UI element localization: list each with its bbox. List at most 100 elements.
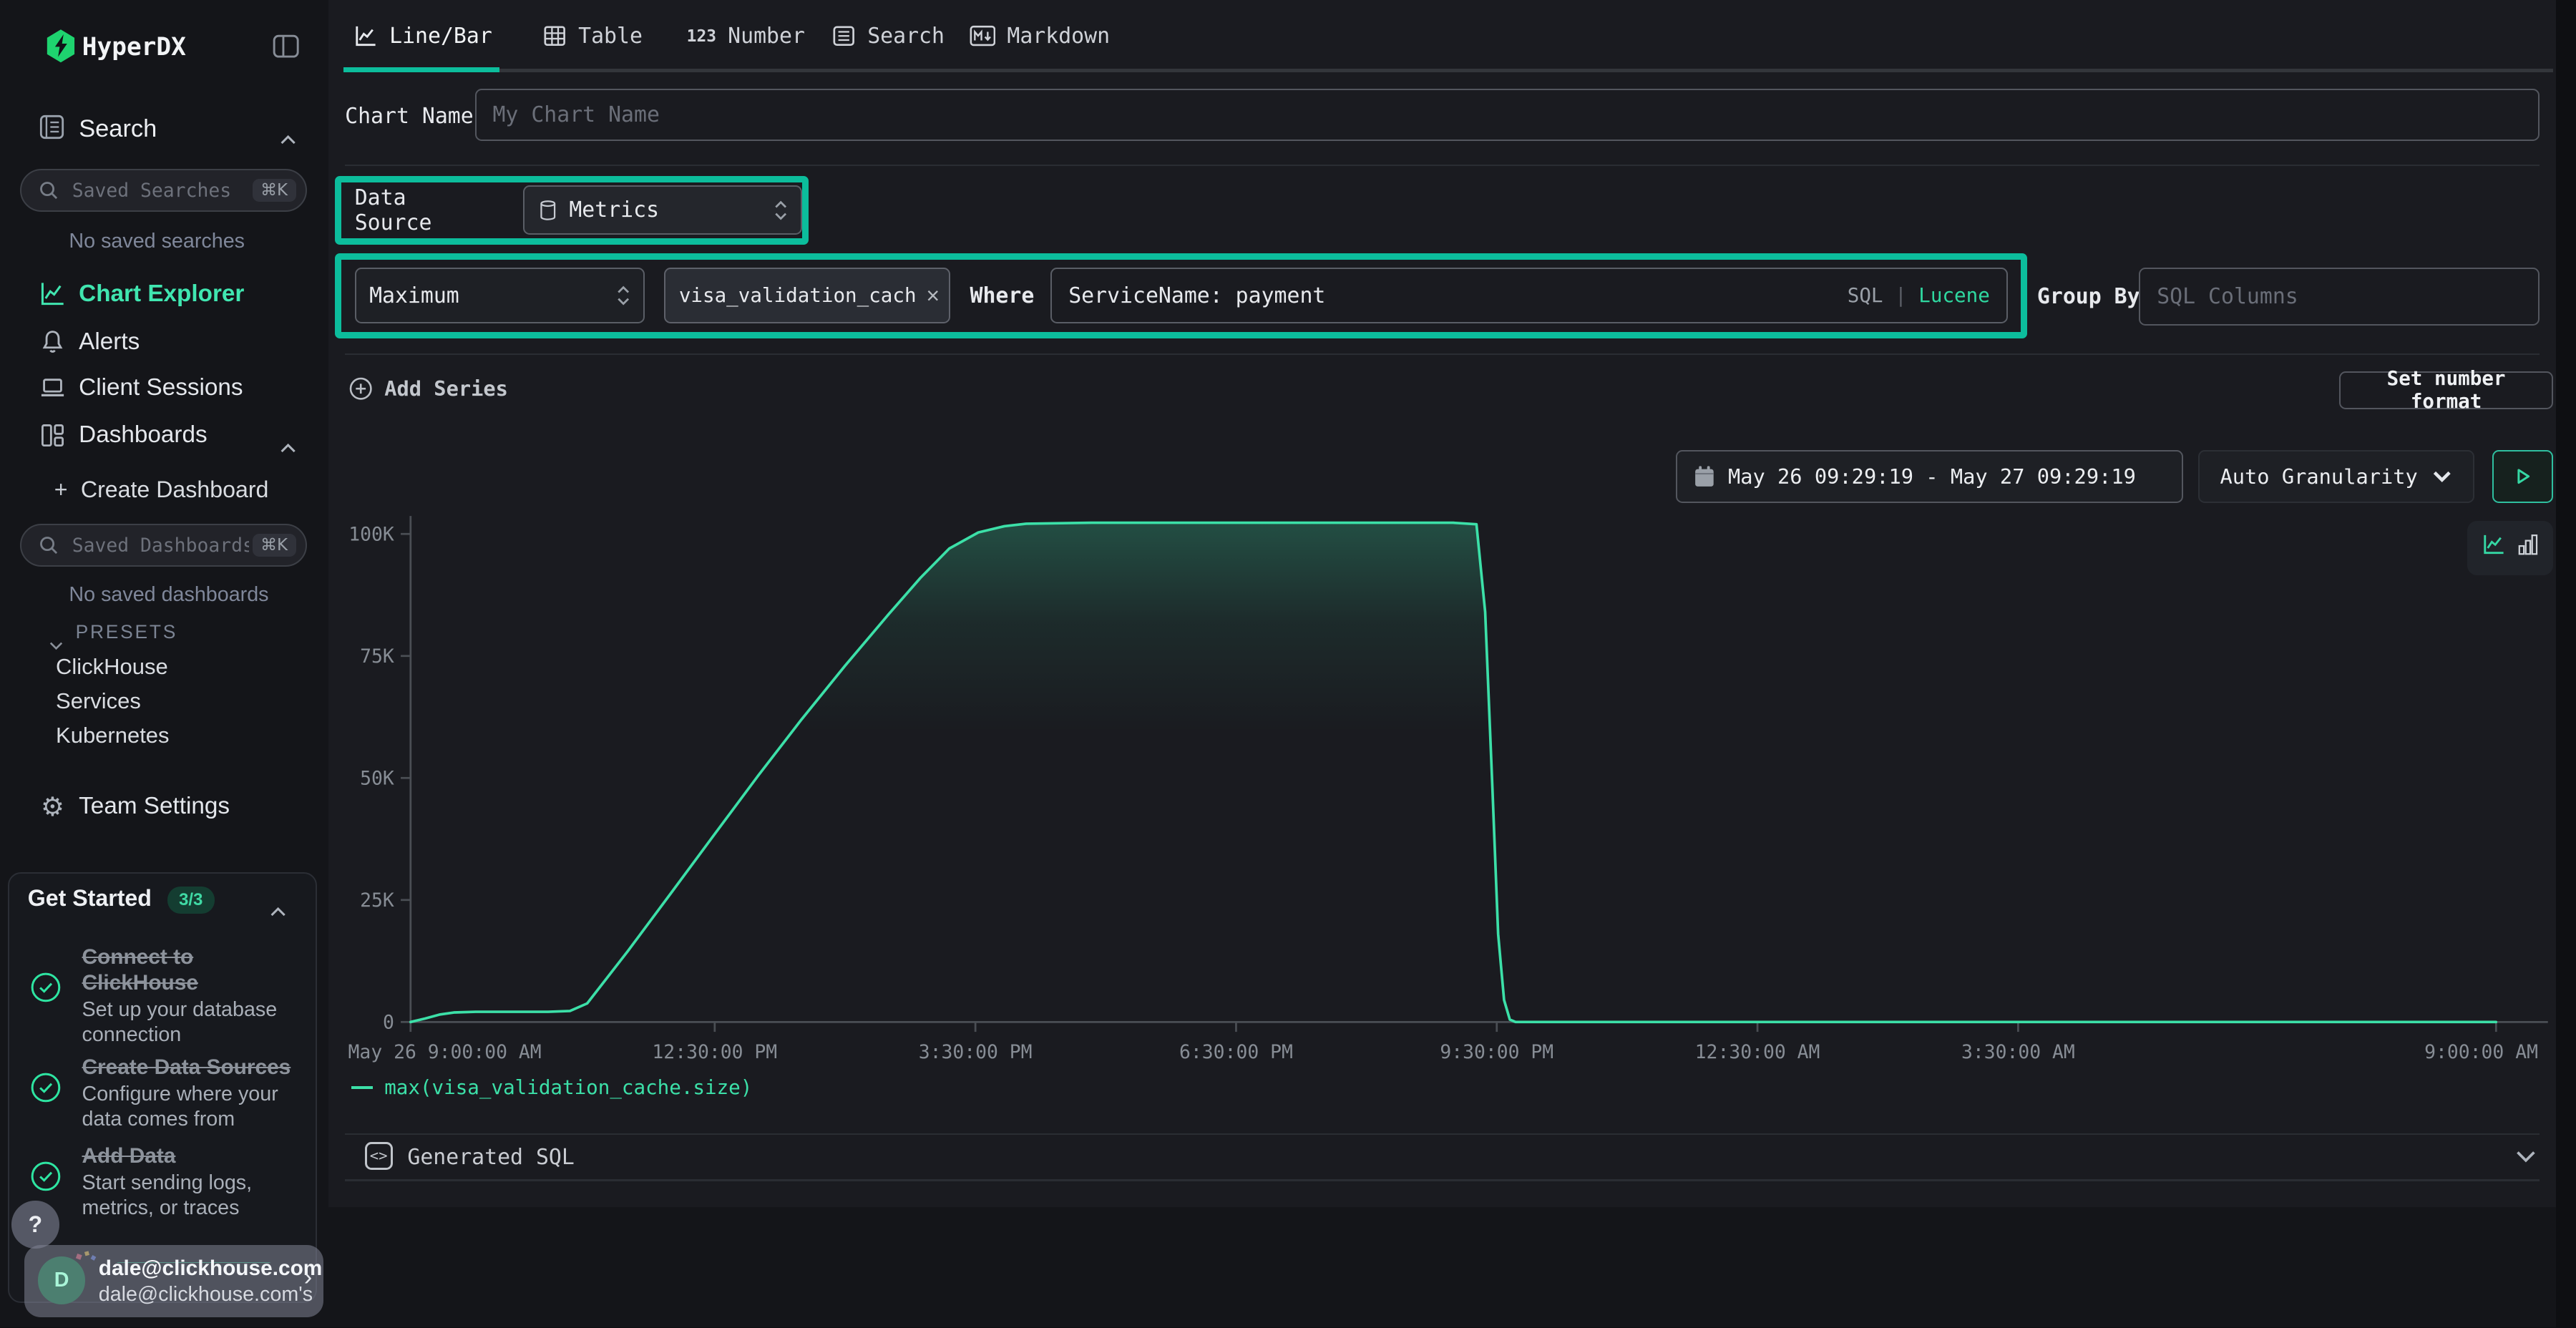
- add-series-label: Add Series: [384, 376, 508, 401]
- group-by-input[interactable]: [2140, 284, 2538, 309]
- run-query-button[interactable]: [2492, 450, 2553, 502]
- preset-kubernetes[interactable]: Kubernetes: [56, 723, 169, 748]
- sidebar-item-alerts[interactable]: Alerts: [0, 321, 328, 363]
- svg-text:9:30:00 PM: 9:30:00 PM: [1440, 1041, 1553, 1063]
- series-row-highlight: Maximum visa_validation_cach × Where SQL…: [335, 253, 2027, 338]
- saved-searches-input[interactable]: [69, 178, 253, 204]
- get-started-item[interactable]: Connect to ClickHouse Set up your databa…: [29, 944, 301, 1048]
- check-circle-icon: [29, 1160, 62, 1193]
- date-range-value: May 26 09:29:19 - May 27 09:29:19: [1728, 464, 2136, 489]
- svg-text:3:30:00 AM: 3:30:00 AM: [1961, 1041, 2075, 1063]
- svg-text:25K: 25K: [360, 889, 394, 912]
- get-started-item[interactable]: Create Data Sources Configure where your…: [29, 1055, 301, 1132]
- tab-number[interactable]: 123 Number: [687, 0, 805, 72]
- user-card[interactable]: D dale@clickhouse.com dale@clickhouse.co…: [24, 1245, 323, 1317]
- metric-chip[interactable]: visa_validation_cach ×: [664, 268, 950, 323]
- set-number-format-button[interactable]: Set number format: [2339, 371, 2552, 409]
- svg-text:75K: 75K: [360, 645, 394, 668]
- where-input[interactable]: [1052, 283, 1847, 308]
- sidebar-item-label: Alerts: [79, 328, 140, 356]
- presets-chevron-down-icon[interactable]: [48, 628, 64, 658]
- check-circle-icon: [29, 971, 62, 1004]
- tab-line-bar[interactable]: Line/Bar: [353, 0, 492, 72]
- database-icon: [538, 200, 558, 221]
- tab-label: Line/Bar: [389, 24, 492, 49]
- get-started-item-desc: Set up your database connection: [82, 997, 295, 1048]
- tab-table[interactable]: Table: [542, 0, 643, 72]
- sql-toggle[interactable]: SQL: [1848, 284, 1883, 307]
- dashboards-icon: [38, 421, 67, 450]
- presets-header[interactable]: PRESETS: [76, 621, 177, 643]
- data-source-value: Metrics: [569, 197, 659, 223]
- granularity-select[interactable]: Auto Granularity: [2198, 450, 2474, 502]
- sidebar-item-chart-explorer[interactable]: Chart Explorer: [0, 273, 328, 316]
- date-range-picker[interactable]: May 26 09:29:19 - May 27 09:29:19: [1676, 450, 2183, 502]
- plus-icon: +: [54, 477, 68, 502]
- user-subtitle: dale@clickhouse.com's: [99, 1283, 313, 1307]
- search-section-chevron-up-icon[interactable]: [279, 122, 297, 152]
- svg-text:100K: 100K: [348, 523, 394, 545]
- where-label: Where: [970, 283, 1035, 308]
- chart-legend[interactable]: max(visa_validation_cache.size): [351, 1076, 752, 1099]
- chart-name-field[interactable]: [475, 89, 2540, 141]
- svg-text:9:00:00 AM: 9:00:00 AM: [2424, 1041, 2538, 1063]
- line-chart-icon: [353, 24, 378, 48]
- query-language-toggle[interactable]: SQL | Lucene: [1848, 284, 2006, 307]
- app-window: HyperDX Search ⌘K No saved searches Char…: [0, 0, 2576, 1327]
- tab-label: Number: [728, 24, 805, 49]
- saved-searches-search[interactable]: ⌘K: [20, 169, 308, 212]
- sidebar: HyperDX Search ⌘K No saved searches Char…: [0, 0, 330, 1327]
- get-started-item-desc: Configure where your data comes from: [82, 1082, 303, 1132]
- brand-title: HyperDX: [82, 33, 186, 62]
- chevron-right-icon: ›: [304, 1264, 312, 1292]
- get-started-item[interactable]: Add Data Start sending logs, metrics, or…: [29, 1143, 301, 1221]
- help-button[interactable]: ?: [11, 1201, 59, 1249]
- get-started-item-desc: Start sending logs, metrics, or traces: [82, 1171, 303, 1221]
- chevron-down-icon[interactable]: [2515, 1150, 2537, 1165]
- sidebar-item-dashboards[interactable]: Dashboards: [0, 414, 328, 457]
- group-by-label: Group By: [2037, 284, 2140, 309]
- dashboards-chevron-up-icon[interactable]: [279, 431, 297, 461]
- tab-bar: Line/Bar Table 123 Number Search Markdow…: [328, 0, 2556, 76]
- saved-dashboards-input[interactable]: [69, 532, 253, 558]
- data-source-label: Data Source: [355, 185, 494, 235]
- play-icon: [2513, 467, 2533, 487]
- chart-name-input[interactable]: [477, 102, 2539, 127]
- divider: [345, 165, 2540, 166]
- tab-label: Table: [578, 24, 643, 49]
- get-started-chevron-up-icon[interactable]: [269, 894, 287, 924]
- get-started-progress-badge: 3/3: [167, 887, 215, 913]
- group-by-field[interactable]: [2139, 268, 2540, 325]
- preset-clickhouse[interactable]: ClickHouse: [56, 654, 168, 680]
- where-field[interactable]: SQL | Lucene: [1050, 268, 2007, 323]
- sidebar-item-client-sessions[interactable]: Client Sessions: [0, 366, 328, 409]
- get-started-item-title: Create Data Sources: [82, 1055, 303, 1080]
- granularity-value: Auto Granularity: [2220, 464, 2417, 489]
- preset-services[interactable]: Services: [56, 688, 141, 714]
- chart-explorer-icon: [38, 279, 67, 308]
- tab-search[interactable]: Search: [831, 0, 945, 72]
- markdown-icon: [970, 24, 996, 47]
- lucene-toggle[interactable]: Lucene: [1918, 284, 1990, 307]
- generated-sql-row[interactable]: <> Generated SQL: [328, 1135, 2556, 1179]
- close-icon[interactable]: ×: [926, 283, 940, 309]
- gear-icon: ⚙: [38, 792, 67, 821]
- no-saved-dashboards-text: No saved dashboards: [69, 583, 268, 607]
- collapse-sidebar-icon[interactable]: [271, 31, 301, 67]
- list-icon: [831, 24, 856, 48]
- create-dashboard-button[interactable]: +Create Dashboard: [54, 477, 269, 503]
- sidebar-item-team-settings[interactable]: ⚙ Team Settings: [0, 785, 328, 828]
- saved-dashboards-search[interactable]: ⌘K: [20, 524, 308, 567]
- tab-markdown[interactable]: Markdown: [970, 0, 1110, 72]
- search-section-label[interactable]: Search: [79, 115, 157, 143]
- divider: [345, 1179, 2540, 1181]
- code-icon: <>: [365, 1142, 393, 1170]
- timeseries-chart[interactable]: 025K50K75K100KMay 26 9:00:00 AM12:30:00 …: [328, 509, 2556, 1085]
- user-email: dale@clickhouse.com: [99, 1256, 323, 1281]
- metric-chip-label: visa_validation_cach: [679, 284, 917, 307]
- data-source-select[interactable]: Metrics: [523, 185, 801, 235]
- add-series-button[interactable]: Add Series: [348, 376, 508, 401]
- aggregation-select[interactable]: Maximum: [355, 268, 645, 323]
- search-icon: [38, 534, 59, 556]
- get-started-item-title: Connect to ClickHouse: [82, 944, 295, 996]
